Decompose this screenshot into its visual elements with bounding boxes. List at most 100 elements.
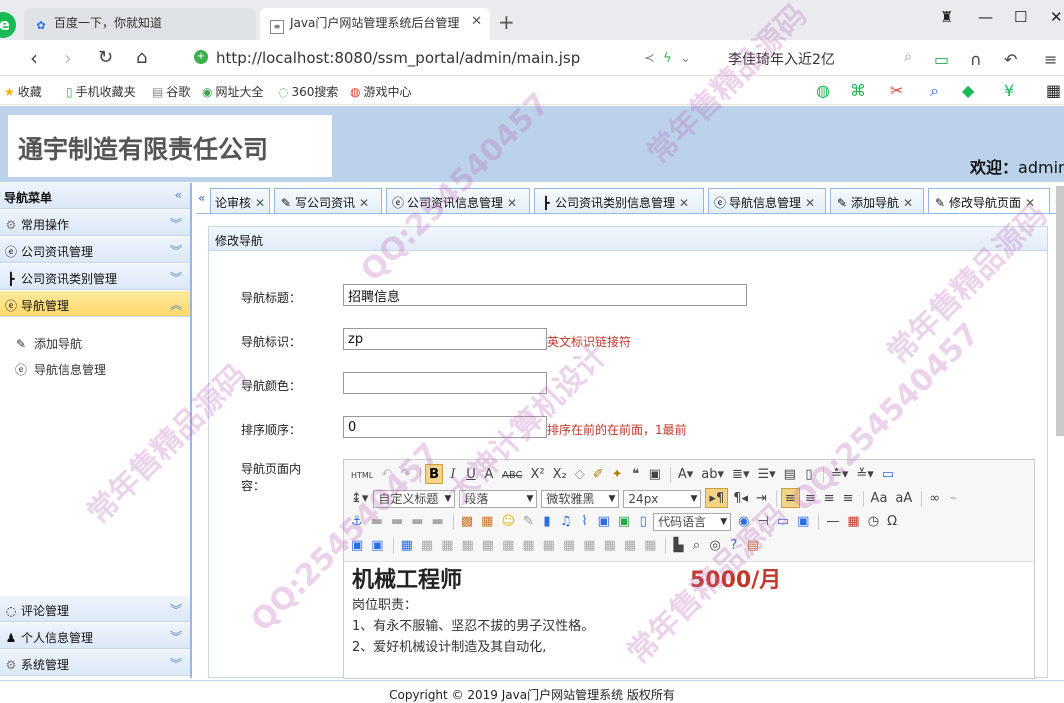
line-height-icon[interactable]: ↨▾ bbox=[348, 489, 371, 509]
anchor-icon[interactable]: ⚓ bbox=[348, 512, 366, 532]
sidebar-item-nav-manage[interactable]: ⓔ 导航信息管理 bbox=[14, 361, 106, 378]
page-scrollbar[interactable] bbox=[1056, 186, 1064, 436]
paragraph-select[interactable]: 段落 ▼ bbox=[459, 489, 538, 508]
clear-doc-icon[interactable]: ▯ bbox=[801, 465, 817, 485]
tab-comment-review[interactable]: 论审核 ✕ bbox=[210, 188, 270, 213]
tab-edit-nav[interactable]: ✎ 修改导航页面 ✕ bbox=[928, 188, 1050, 213]
font-select[interactable]: 微软雅黑 ▼ bbox=[541, 489, 620, 508]
scroll-left-icon[interactable]: « bbox=[198, 191, 205, 205]
tab-nav-manage[interactable]: ⓔ 导航信息管理 ✕ bbox=[708, 188, 826, 213]
delete-row-icon[interactable]: ▦ bbox=[479, 536, 497, 556]
bookmark-item[interactable]: ◉ 网址大全 bbox=[202, 83, 264, 100]
image-icon[interactable]: ▩ bbox=[458, 512, 476, 532]
gamepad-icon[interactable]: ◆ bbox=[962, 81, 974, 100]
close-icon[interactable]: ✕ bbox=[679, 196, 689, 210]
wordimage-icon[interactable]: ▣ bbox=[794, 512, 812, 532]
bookmark-item[interactable]: ▯ 手机收藏夹 bbox=[66, 83, 136, 100]
special-char-icon[interactable]: Ω bbox=[884, 512, 900, 532]
shield-icon[interactable]: ◍ bbox=[816, 81, 830, 100]
tab-news-category-manage[interactable]: ┣ 公司资讯类别信息管理 ✕ bbox=[534, 188, 704, 213]
pagebreak-icon[interactable]: ⊣ bbox=[755, 512, 772, 532]
undo-icon[interactable]: ↶ bbox=[1004, 50, 1017, 69]
subscript-icon[interactable]: X₂ bbox=[550, 465, 570, 485]
headphones-icon[interactable]: ∩ bbox=[970, 50, 982, 69]
browser-tab-baidu[interactable]: ✿ 百度一下，你就知道 bbox=[24, 8, 256, 40]
sidebar-group-common[interactable]: ⚙ 常用操作 ︾ bbox=[0, 210, 190, 236]
html-source-icon[interactable]: HTML bbox=[348, 466, 376, 486]
split-rows-icon[interactable]: ▦ bbox=[621, 536, 639, 556]
background-icon[interactable]: ▭ bbox=[774, 512, 792, 532]
close-icon[interactable]: ✕ bbox=[507, 196, 517, 210]
split-cells-icon[interactable]: ▦ bbox=[601, 536, 619, 556]
map-icon[interactable]: ▣ bbox=[595, 512, 613, 532]
image-right-icon[interactable]: ▬ bbox=[408, 512, 426, 532]
grid-icon[interactable]: ▦ bbox=[1046, 81, 1061, 100]
sidebar-group-nav[interactable]: ⓔ 导航管理 ︽ bbox=[0, 291, 190, 317]
close-icon[interactable]: ✕ bbox=[903, 196, 913, 210]
undo-icon[interactable]: ↶ bbox=[378, 465, 395, 485]
rich-text-editor[interactable]: HTML ↶ ↷ B I U A ABC X² X₂ ◇ ✐ ✦ ❝ ▣ A▾ ab▾ ≣▾ ☰▾ ▤ ▯ ≛▾ ≚▾ ▭ ↨… bbox=[343, 459, 1035, 679]
redo-icon[interactable]: ↷ bbox=[397, 465, 414, 485]
close-icon[interactable]: ✕ bbox=[359, 196, 369, 210]
auto-format-icon[interactable]: ✦ bbox=[609, 465, 626, 485]
date-icon[interactable]: ▦ bbox=[844, 512, 862, 532]
horizontal-rule-icon[interactable]: — bbox=[823, 512, 842, 532]
bookmark-item[interactable]: ▤ 谷歌 bbox=[152, 83, 190, 100]
chevron-down-icon[interactable]: ⌄ bbox=[680, 51, 691, 66]
align-left-icon[interactable]: ≡ bbox=[780, 488, 800, 508]
italic-icon[interactable]: I bbox=[445, 465, 461, 485]
nav-order-input[interactable] bbox=[343, 416, 547, 438]
print-icon[interactable]: ▙ bbox=[670, 536, 686, 556]
forward-icon[interactable]: › bbox=[64, 46, 72, 70]
font-color-icon[interactable]: A▾ bbox=[675, 465, 696, 485]
underline-icon[interactable]: U bbox=[463, 465, 479, 485]
nav-title-input[interactable] bbox=[343, 284, 747, 306]
merge-cells-icon[interactable]: ▦ bbox=[540, 536, 558, 556]
attachment-icon[interactable]: ⌇ bbox=[577, 512, 593, 532]
back-icon[interactable]: ‹ bbox=[30, 46, 38, 70]
video-icon[interactable]: ▮ bbox=[539, 512, 555, 532]
find-replace-icon[interactable]: ◎ bbox=[706, 536, 723, 556]
address-bar[interactable]: + http://localhost:8080/ssm_portal/admin… bbox=[190, 45, 710, 71]
collapse-icon[interactable]: « bbox=[175, 188, 182, 202]
sidebar-group-news-category[interactable]: ┣ 公司资讯类别管理 ︾ bbox=[0, 264, 190, 290]
close-icon[interactable]: ✕ bbox=[805, 196, 815, 210]
scissors-icon[interactable]: ✂ bbox=[890, 81, 903, 100]
sidebar-group-comments[interactable]: ◌ 评论管理 ︾ bbox=[0, 596, 190, 622]
ordered-list-icon[interactable]: ≣▾ bbox=[729, 465, 752, 485]
new-tab-icon[interactable]: + bbox=[498, 10, 515, 34]
search-input[interactable]: 李佳琦年入近2亿 ⌕ bbox=[720, 45, 920, 71]
multi-image-icon[interactable]: ▦ bbox=[478, 512, 496, 532]
drafts-icon[interactable]: ▤ bbox=[744, 536, 762, 556]
rtl-icon[interactable]: ¶◂ bbox=[730, 489, 751, 509]
yen-icon[interactable]: ¥ bbox=[1004, 81, 1014, 100]
superscript-icon[interactable]: X² bbox=[528, 465, 548, 485]
preview-search-icon[interactable]: ⌕ bbox=[688, 536, 704, 556]
unordered-list-icon[interactable]: ☰▾ bbox=[754, 465, 778, 485]
format-brush-icon[interactable]: ✐ bbox=[590, 465, 607, 485]
heading-select[interactable]: 自定义标题 ▼ bbox=[373, 489, 456, 508]
scrawl-icon[interactable]: ✎ bbox=[520, 512, 537, 532]
font-size-select[interactable]: 24px ▼ bbox=[623, 489, 702, 508]
insert-row-icon[interactable]: ▦ bbox=[458, 536, 476, 556]
delete-table-icon[interactable]: ▦ bbox=[418, 536, 436, 556]
nav-color-input[interactable] bbox=[343, 372, 547, 394]
share-icon[interactable]: ≺ bbox=[644, 51, 655, 66]
code-language-select[interactable]: 代码语言 ▼ bbox=[653, 512, 732, 531]
uppercase-icon[interactable]: Aa bbox=[868, 489, 891, 509]
preview-icon[interactable]: ▭ bbox=[879, 465, 897, 485]
align-justify-icon[interactable]: ≡ bbox=[840, 489, 857, 509]
close-window-icon[interactable]: ✕ bbox=[1050, 8, 1063, 26]
nav-code-input[interactable] bbox=[343, 328, 547, 350]
insert-code-icon[interactable]: ▣ bbox=[348, 536, 366, 556]
indent-icon[interactable]: ⇥ bbox=[753, 489, 770, 509]
shirt-icon[interactable]: ♜ bbox=[940, 8, 953, 26]
template-icon[interactable]: ◉ bbox=[735, 512, 752, 532]
browser-tab-admin[interactable]: ≡ Java门户网站管理系统后台管理 ✕ bbox=[260, 8, 490, 40]
close-icon[interactable]: ✕ bbox=[255, 196, 265, 210]
help-icon[interactable]: ? bbox=[726, 536, 742, 556]
sidebar-item-add-nav[interactable]: ✎ 添加导航 bbox=[14, 335, 82, 352]
row-spacing-top-icon[interactable]: ≛▾ bbox=[828, 465, 851, 485]
home-icon[interactable]: ⌂ bbox=[136, 47, 147, 68]
minimize-icon[interactable]: — bbox=[978, 8, 993, 26]
